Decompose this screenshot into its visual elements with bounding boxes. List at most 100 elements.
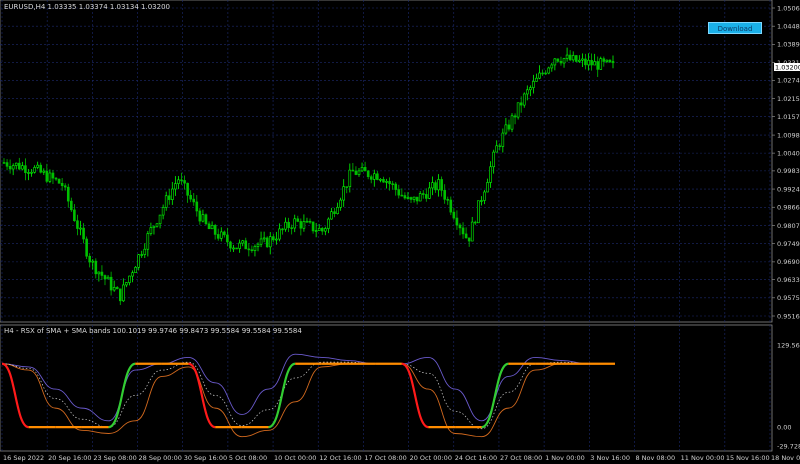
- candle-body: [192, 198, 196, 203]
- candle-body: [88, 255, 91, 263]
- candle-body: [412, 196, 416, 200]
- candle-body: [581, 58, 584, 61]
- price-tick-label: 1.00980: [777, 131, 800, 139]
- candle-body: [320, 227, 324, 232]
- candle-body: [406, 197, 410, 199]
- time-tick-label: 27 Oct 08:00: [500, 454, 542, 462]
- price-tick-label: 1.05065: [777, 4, 800, 12]
- candle-body: [461, 227, 465, 235]
- candle-body: [253, 246, 257, 251]
- candle-body: [76, 220, 79, 229]
- price-tick-label: 1.01575: [777, 113, 800, 121]
- indicator-tick-label: 129.5683: [777, 341, 800, 349]
- candle-body: [158, 214, 162, 225]
- candle-body: [382, 178, 385, 183]
- rsx-line-segment: [1, 362, 30, 429]
- candle-body: [268, 236, 272, 248]
- time-tick-label: 1 Nov 00:00: [545, 454, 585, 462]
- candle-body: [24, 165, 27, 173]
- candle-body: [529, 87, 532, 91]
- candle-body: [134, 267, 137, 274]
- candle-body: [180, 179, 183, 182]
- candle-body: [541, 72, 544, 75]
- current-price-label: 1.03200: [775, 64, 800, 72]
- candle-body: [526, 89, 529, 95]
- candle-body: [216, 234, 220, 239]
- candle-body: [125, 282, 128, 286]
- candle-body: [584, 58, 587, 66]
- time-tick-label: 12 Oct 16:00: [319, 454, 361, 462]
- candle-body: [538, 72, 541, 79]
- candle-body: [259, 238, 263, 245]
- candle-body: [565, 54, 569, 59]
- candle-body: [155, 223, 159, 227]
- candle-body: [235, 247, 238, 250]
- price-tick-label: 0.98660: [777, 204, 800, 212]
- candle-body: [30, 171, 33, 174]
- price-tick-label: 1.03895: [777, 41, 800, 49]
- candle-body: [418, 193, 422, 202]
- candle-body: [360, 166, 364, 172]
- grid: [0, 0, 772, 451]
- download-button[interactable]: Download: [708, 22, 762, 34]
- candle-body: [97, 271, 101, 275]
- candle-body: [8, 166, 12, 170]
- candle-body: [480, 200, 483, 202]
- candle-body: [296, 218, 300, 222]
- price-tick-label: 0.99830: [777, 167, 800, 175]
- price-axis: 1.050651.044801.038951.033101.027401.021…: [772, 4, 800, 320]
- time-tick-label: 8 Nov 08:00: [635, 454, 675, 462]
- candle-body: [495, 145, 499, 153]
- candle-body: [262, 237, 266, 240]
- candle-body: [492, 151, 495, 168]
- chart-title: EURUSD,H4 1.03335 1.03374 1.03134 1.0320…: [4, 3, 170, 11]
- candle-body: [287, 221, 290, 228]
- candle-body: [510, 115, 514, 130]
- candlestick-series: [2, 47, 615, 306]
- candle-body: [149, 227, 153, 234]
- candle-body: [330, 211, 333, 220]
- rsx-line-segment: [481, 362, 509, 429]
- candle-body: [60, 182, 64, 187]
- candle-body: [2, 162, 6, 164]
- candle-body: [556, 58, 560, 62]
- time-tick-label: 3 Nov 16:00: [590, 454, 630, 462]
- candle-body: [449, 199, 453, 213]
- candle-body: [39, 164, 43, 173]
- price-tick-label: 1.02740: [777, 77, 800, 85]
- candle-body: [369, 176, 373, 180]
- candle-body: [299, 221, 303, 229]
- candle-body: [440, 179, 443, 191]
- candle-body: [464, 233, 468, 239]
- candle-body: [42, 170, 46, 173]
- candle-body: [171, 188, 174, 200]
- candle-body: [590, 59, 593, 66]
- candle-body: [21, 165, 24, 170]
- candle-body: [229, 241, 232, 249]
- price-tick-label: 0.96335: [777, 276, 800, 284]
- candle-body: [223, 231, 226, 236]
- candle-body: [250, 249, 254, 252]
- candle-body: [324, 228, 327, 232]
- candle-body: [36, 164, 39, 168]
- price-tick-label: 0.97490: [777, 240, 800, 248]
- candle-body: [342, 186, 345, 201]
- candle-body: [596, 61, 599, 70]
- candle-body: [333, 211, 336, 214]
- candle-body: [82, 227, 85, 240]
- candle-body: [128, 275, 131, 283]
- rsx-line-segment: [108, 362, 136, 429]
- time-tick-label: 24 Oct 16:00: [455, 454, 497, 462]
- candle-body: [63, 185, 67, 188]
- chart-canvas[interactable]: 1.050651.044801.038951.033101.027401.021…: [0, 0, 800, 464]
- candle-body: [366, 170, 370, 178]
- price-tick-label: 1.00400: [777, 149, 800, 157]
- candle-body: [376, 173, 379, 180]
- candle-body: [183, 180, 186, 184]
- main-chart-frame: [0, 0, 773, 323]
- candle-body: [498, 145, 502, 148]
- candle-body: [486, 182, 489, 193]
- candle-body: [302, 221, 306, 229]
- candle-body: [578, 59, 581, 62]
- candle-body: [443, 190, 446, 200]
